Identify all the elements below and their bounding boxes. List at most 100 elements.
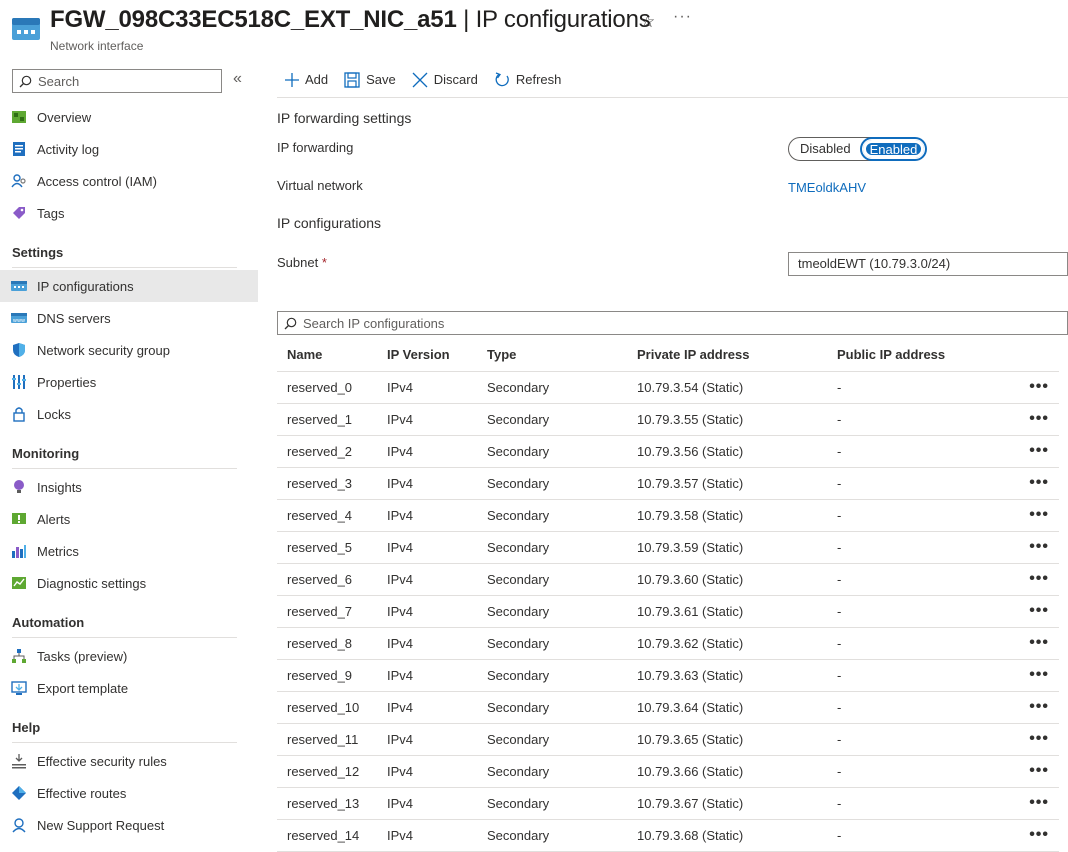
discard-button[interactable]: Discard xyxy=(412,72,478,88)
cell-public-ip: - xyxy=(827,787,1007,820)
table-row[interactable]: reserved_9 IPv4 Secondary 10.79.3.63 (Stati… xyxy=(277,659,1059,692)
collapse-sidebar-icon[interactable]: « xyxy=(233,70,242,88)
table-row[interactable]: reserved_8 IPv4 Secondary 10.79.3.62 (Stati… xyxy=(277,627,1059,660)
virtual-network-link[interactable]: TMEoldkAHV xyxy=(788,180,866,195)
diagnostic-icon xyxy=(11,575,27,591)
refresh-button-label: Refresh xyxy=(515,72,562,87)
save-button[interactable]: Save xyxy=(344,71,396,88)
row-more-options-icon[interactable]: ••• xyxy=(1007,403,1059,436)
table-row[interactable]: reserved_11 IPv4 Secondary 10.79.3.65 (Stat… xyxy=(277,723,1059,756)
cell-private-ip: 10.79.3.64 (Static) xyxy=(627,691,827,724)
sidebar-item-metrics[interactable]: Metrics xyxy=(0,535,258,567)
export-icon xyxy=(11,680,27,696)
column-header-public-ip[interactable]: Public IP address xyxy=(827,339,1007,372)
row-more-options-icon[interactable]: ••• xyxy=(1007,691,1059,724)
sidebar-item-label: Tasks (preview) xyxy=(37,648,128,664)
ip-forwarding-toggle[interactable]: Disabled Enabled xyxy=(788,137,926,161)
table-row[interactable]: reserved_1 IPv4 Secondary 10.79.3.55 (Stati… xyxy=(277,403,1059,436)
cell-name: reserved_1 xyxy=(277,403,377,436)
cell-ip-version: IPv4 xyxy=(377,755,477,788)
sidebar-item-export-template[interactable]: Export template xyxy=(0,672,258,704)
column-header-ip-version[interactable]: IP Version xyxy=(377,339,477,372)
sidebar-item-overview[interactable]: Overview xyxy=(0,101,258,133)
alerts-icon xyxy=(11,511,27,527)
sidebar-item-dns-servers[interactable]: www DNS servers xyxy=(0,302,258,334)
sidebar-search[interactable] xyxy=(12,69,222,93)
table-row[interactable]: reserved_7 IPv4 Secondary 10.79.3.61 (Stati… xyxy=(277,595,1059,628)
row-more-options-icon[interactable]: ••• xyxy=(1007,531,1059,564)
sidebar-item-iam[interactable]: Access control (IAM) xyxy=(0,165,258,197)
table-row[interactable]: reserved_12 IPv4 Secondary 10.79.3.66 (Stat… xyxy=(277,755,1059,788)
settings-section-header: Settings xyxy=(12,245,64,260)
sidebar-item-ip-configurations[interactable]: IP configurations xyxy=(0,270,258,302)
sidebar-item-insights[interactable]: Insights xyxy=(0,471,258,503)
sidebar-item-tasks[interactable]: Tasks (preview) xyxy=(0,640,258,672)
cell-type: Secondary xyxy=(477,595,627,628)
virtual-network-label: Virtual network xyxy=(277,178,363,193)
cell-name: reserved_13 xyxy=(277,787,377,820)
tag-icon xyxy=(11,205,27,221)
table-row[interactable]: reserved_3 IPv4 Secondary 10.79.3.57 (Stati… xyxy=(277,467,1059,500)
add-button[interactable]: Add xyxy=(285,72,328,87)
sidebar-item-tags[interactable]: Tags xyxy=(0,197,258,229)
ip-config-icon xyxy=(11,278,27,294)
refresh-button[interactable]: Refresh xyxy=(494,71,562,88)
sidebar-search-input[interactable] xyxy=(38,73,208,89)
cell-ip-version: IPv4 xyxy=(377,787,477,820)
ip-config-search-input[interactable] xyxy=(303,315,1003,331)
table-row[interactable]: reserved_0 IPv4 Secondary 10.79.3.54 (Stati… xyxy=(277,371,1059,404)
row-more-options-icon[interactable]: ••• xyxy=(1007,595,1059,628)
sidebar-item-label: Insights xyxy=(37,479,82,495)
sidebar-item-diagnostic-settings[interactable]: Diagnostic settings xyxy=(0,567,258,599)
tasks-icon xyxy=(11,648,27,664)
table-row[interactable]: reserved_14 IPv4 Secondary 10.79.3.68 (Stat… xyxy=(277,819,1059,852)
row-more-options-icon[interactable]: ••• xyxy=(1007,371,1059,404)
row-more-options-icon[interactable]: ••• xyxy=(1007,755,1059,788)
row-more-options-icon[interactable]: ••• xyxy=(1007,723,1059,756)
activity-log-icon xyxy=(11,141,27,157)
row-more-options-icon[interactable]: ••• xyxy=(1007,467,1059,500)
ip-config-search[interactable] xyxy=(277,311,1068,335)
table-row[interactable]: reserved_4 IPv4 Secondary 10.79.3.58 (Stati… xyxy=(277,499,1059,532)
sidebar-item-new-support-request[interactable]: New Support Request xyxy=(0,809,258,841)
sidebar-item-activity-log[interactable]: Activity log xyxy=(0,133,258,165)
subnet-label: Subnet * xyxy=(277,255,327,270)
toggle-enabled-option[interactable]: Enabled xyxy=(861,139,926,159)
sidebar-item-label: Locks xyxy=(37,406,71,422)
sidebar-item-effective-routes[interactable]: Effective routes xyxy=(0,777,258,809)
column-header-private-ip[interactable]: Private IP address xyxy=(627,339,827,372)
cell-name: reserved_11 xyxy=(277,723,377,756)
table-row[interactable]: reserved_2 IPv4 Secondary 10.79.3.56 (Stati… xyxy=(277,435,1059,468)
cell-ip-version: IPv4 xyxy=(377,563,477,596)
sidebar-item-properties[interactable]: Properties xyxy=(0,366,258,398)
row-more-options-icon[interactable]: ••• xyxy=(1007,659,1059,692)
cell-type: Secondary xyxy=(477,499,627,532)
table-row[interactable]: reserved_5 IPv4 Secondary 10.79.3.59 (Stati… xyxy=(277,531,1059,564)
cell-type: Secondary xyxy=(477,659,627,692)
row-more-options-icon[interactable]: ••• xyxy=(1007,627,1059,660)
cell-type: Secondary xyxy=(477,403,627,436)
more-options-icon[interactable]: ··· xyxy=(673,8,692,26)
row-more-options-icon[interactable]: ••• xyxy=(1007,819,1059,852)
row-more-options-icon[interactable]: ••• xyxy=(1007,563,1059,596)
sidebar-item-nsg[interactable]: Network security group xyxy=(0,334,258,366)
row-more-options-icon[interactable]: ••• xyxy=(1007,435,1059,468)
cell-name: reserved_14 xyxy=(277,819,377,852)
cell-ip-version: IPv4 xyxy=(377,723,477,756)
close-icon xyxy=(412,72,428,88)
column-header-type[interactable]: Type xyxy=(477,339,627,372)
sidebar-item-locks[interactable]: Locks xyxy=(0,398,258,430)
subnet-dropdown[interactable]: tmeoldEWT (10.79.3.0/24) xyxy=(788,252,1068,276)
table-row[interactable]: reserved_13 IPv4 Secondary 10.79.3.67 (Stat… xyxy=(277,787,1059,820)
sidebar-item-alerts[interactable]: Alerts xyxy=(0,503,258,535)
sidebar-item-label: Tags xyxy=(37,205,65,221)
resource-name: FGW_098C33EC518C_EXT_NIC_a51 xyxy=(50,6,457,33)
toggle-disabled-option[interactable]: Disabled xyxy=(791,139,860,159)
sidebar-item-effective-security-rules[interactable]: Effective security rules xyxy=(0,745,258,777)
favorite-star-icon[interactable]: ☆ xyxy=(640,12,655,32)
table-row[interactable]: reserved_6 IPv4 Secondary 10.79.3.60 (Stati… xyxy=(277,563,1059,596)
column-header-name[interactable]: Name xyxy=(277,339,377,372)
row-more-options-icon[interactable]: ••• xyxy=(1007,787,1059,820)
table-row[interactable]: reserved_10 IPv4 Secondary 10.79.3.64 (Stat… xyxy=(277,691,1059,724)
row-more-options-icon[interactable]: ••• xyxy=(1007,499,1059,532)
